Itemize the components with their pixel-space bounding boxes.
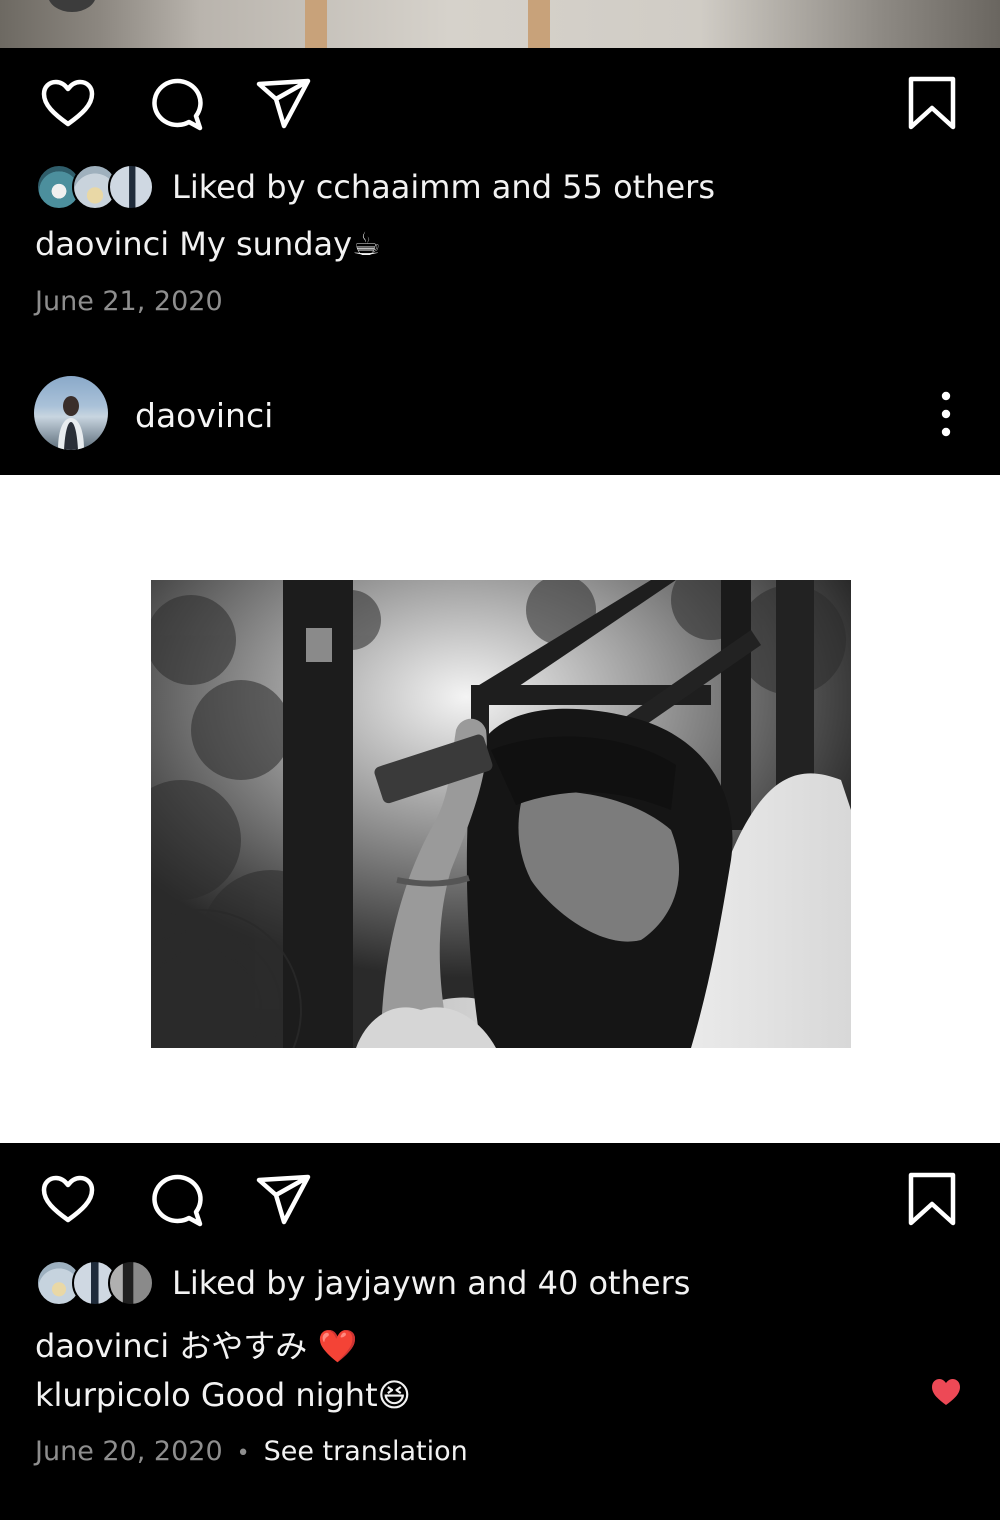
like-button[interactable] xyxy=(38,74,98,134)
see-translation-link[interactable]: See translation xyxy=(264,1436,468,1467)
liker-avatars xyxy=(36,1260,154,1306)
caption-text: My sunday xyxy=(179,225,353,263)
more-options-button[interactable] xyxy=(926,390,966,438)
like-button[interactable] xyxy=(38,1170,98,1230)
bookmark-icon xyxy=(908,76,956,130)
avatar xyxy=(108,1260,154,1306)
share-button[interactable] xyxy=(254,74,314,134)
comment-bubble-icon xyxy=(152,78,203,131)
post2-likes-row[interactable]: Liked by jayjaywn and 40 others xyxy=(36,1259,690,1307)
avatar xyxy=(108,164,154,210)
heart-filled-icon xyxy=(932,1379,960,1405)
heart-outline-icon xyxy=(41,79,95,127)
caption-text: おやすみ xyxy=(179,1327,308,1365)
post1-likes-row[interactable]: Liked by cchaaimm and 55 others xyxy=(36,163,715,211)
post-photo xyxy=(151,580,851,1048)
comment-button[interactable] xyxy=(146,74,206,134)
chair-leg-left xyxy=(305,0,327,48)
post2-action-bar xyxy=(0,1170,1000,1230)
post1-action-bar xyxy=(0,74,1000,134)
previous-post-image xyxy=(0,0,1000,48)
caption-username[interactable]: daovinci xyxy=(35,225,169,263)
paper-plane-icon xyxy=(256,1174,311,1225)
comment-button[interactable] xyxy=(146,1170,206,1230)
post-username[interactable]: daovinci xyxy=(135,396,273,435)
coffee-emoji-icon: ☕ xyxy=(352,225,381,263)
post2-comment: klurpicolo Good night😆 xyxy=(35,1376,411,1414)
caption-username[interactable]: daovinci xyxy=(35,1327,169,1365)
likes-text[interactable]: Liked by jayjaywn and 40 others xyxy=(172,1264,690,1302)
comment-like-button[interactable] xyxy=(930,1377,962,1407)
save-button[interactable] xyxy=(902,74,962,134)
comment-username[interactable]: klurpicolo xyxy=(35,1376,191,1414)
image-indicator xyxy=(48,0,96,12)
post-image[interactable] xyxy=(0,475,1000,1143)
save-button[interactable] xyxy=(902,1170,962,1230)
comment-bubble-icon xyxy=(152,1174,203,1227)
share-button[interactable] xyxy=(254,1170,314,1230)
paper-plane-icon xyxy=(256,78,311,129)
post2-caption: daovinci おやすみ ❤️ xyxy=(35,1321,357,1367)
post-date: June 20, 2020 xyxy=(35,1436,223,1467)
chair-leg-right xyxy=(528,0,550,48)
likes-text[interactable]: Liked by cchaaimm and 55 others xyxy=(172,168,715,206)
more-vertical-icon xyxy=(941,391,951,437)
avatar[interactable] xyxy=(34,376,108,450)
bookmark-icon xyxy=(908,1172,956,1226)
post1-date: June 21, 2020 xyxy=(35,286,223,317)
post2-date-row: June 20, 2020 • See translation xyxy=(35,1436,468,1467)
post1-caption: daovinci My sunday☕ xyxy=(35,225,381,263)
liker-avatars xyxy=(36,164,154,210)
laughing-emoji-icon: 😆 xyxy=(377,1376,411,1414)
heart-outline-icon xyxy=(41,1175,95,1223)
red-heart-emoji-icon: ❤️ xyxy=(317,1327,358,1365)
post2-header: daovinci xyxy=(0,372,1000,462)
comment-text: Good night xyxy=(200,1376,378,1414)
separator: • xyxy=(236,1441,250,1466)
